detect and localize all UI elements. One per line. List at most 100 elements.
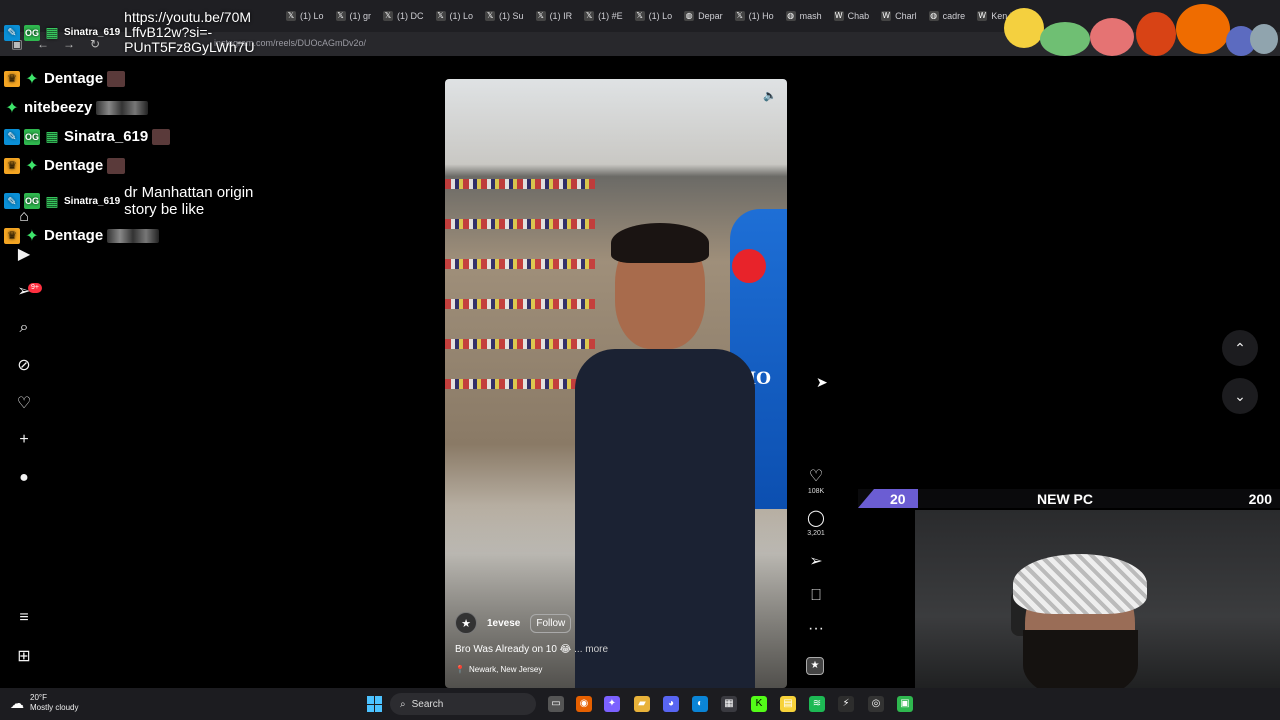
app-green-icon[interactable]: ▣ [897, 696, 913, 712]
browser-tab[interactable]: ◍ Depar [678, 4, 729, 28]
bookmark-icon[interactable]: ⎕ [802, 587, 830, 605]
browser-tab-label: (1) IR [549, 11, 573, 21]
search-icon: ⌕ [400, 698, 406, 710]
app-icon[interactable]: ⚡ [838, 696, 854, 712]
browser-tab[interactable]: 𝕏 (1) Lo [430, 4, 480, 28]
like-count: 108K [807, 488, 825, 495]
store-shelf [445, 339, 595, 349]
stream-sprite-overlay [1000, 0, 1280, 58]
create-plus-icon[interactable]: + [14, 430, 34, 450]
x-icon: 𝕏 [335, 11, 346, 21]
original-audio-icon[interactable]: ★ [806, 657, 824, 675]
firefox-icon[interactable]: ◉ [576, 696, 592, 712]
next-reel-button[interactable]: ⌄ [1222, 378, 1258, 414]
browser-tab-label: (1) Lo [648, 11, 673, 21]
comment-action[interactable]: ◯ 3,201 [802, 510, 830, 537]
browser-tab[interactable]: ◍ cadre [923, 4, 972, 28]
obs-icon[interactable]: ◎ [868, 696, 884, 712]
chat-row: ♛ ✦ Dentage [4, 157, 126, 175]
x-icon: 𝕏 [584, 11, 595, 21]
browser-tab[interactable]: W Charl [875, 4, 923, 28]
file-explorer-icon[interactable]: ▰ [634, 696, 650, 712]
browser-tab[interactable]: 𝕏 (1) Ho [729, 4, 780, 28]
chat-emote [107, 70, 126, 87]
globe-icon: ◍ [684, 11, 695, 21]
caption-more-link[interactable]: ... more [574, 644, 608, 655]
store-shelf [445, 219, 595, 229]
task-view-icon[interactable]: ▭ [548, 696, 564, 712]
reels-icon[interactable]: ▶ [14, 244, 34, 264]
save-action[interactable]: ⎕ [802, 587, 830, 605]
reel-video[interactable]: BMO 🔈 ★ 1evese Follow Bro Was Already on… [445, 79, 787, 688]
browser-tab[interactable]: 𝕏 (1) Su [479, 4, 530, 28]
taskbar-search[interactable]: ⌕ Search [390, 693, 536, 715]
more-options-action[interactable]: ··· [802, 620, 830, 638]
notification-count-badge: 9+ [28, 283, 42, 293]
home-icon[interactable]: ⌂ [14, 207, 34, 227]
weather-widget[interactable]: ☁ 20°F Mostly cloudy [10, 693, 78, 713]
store-shelf [445, 379, 595, 389]
share-action[interactable]: ➢ [802, 553, 830, 571]
taskbar-search-label: Search [411, 698, 444, 710]
goal-title: NEW PC [1037, 491, 1093, 507]
wiki-icon: W [977, 11, 988, 21]
mute-icon[interactable]: 🔈 [763, 89, 777, 102]
menu-icon[interactable]: ≡ [14, 608, 34, 628]
like-action[interactable]: ♡ 108K [802, 468, 830, 495]
follow-button[interactable]: Follow [530, 613, 572, 633]
browser-tab-label: (1) Ho [748, 11, 774, 21]
previous-reel-button[interactable]: ⌃ [1222, 330, 1258, 366]
reel-caption: Bro Was Already on 10 😂 ... more [455, 644, 775, 655]
chevron-down-icon: ⌄ [1234, 387, 1246, 404]
browser-tab[interactable]: ◍ mash [780, 4, 828, 28]
og-badge-icon: OG [24, 24, 40, 41]
browser-tab-label: Charl [895, 11, 917, 21]
reel-author-avatar[interactable]: ★ [455, 612, 477, 634]
search-icon[interactable]: ⌕ [14, 318, 34, 338]
cloud-weather-icon: ☁ [10, 694, 24, 711]
chat-emote [107, 228, 160, 243]
crown-badge-icon: ♛ [4, 157, 20, 174]
browser-tab-label: (1) Lo [300, 11, 324, 21]
chat-emote [152, 128, 171, 145]
globe-icon: ◍ [928, 11, 939, 21]
heart-icon[interactable]: ♡ [802, 468, 830, 486]
edge-icon[interactable]: ◐ [692, 696, 708, 712]
discord-icon[interactable]: ◕ [663, 696, 679, 712]
store-icon[interactable]: ▦ [721, 696, 737, 712]
gift-badge-icon: ▦ [45, 192, 59, 209]
explore-icon[interactable]: ⊘ [14, 355, 34, 375]
share-paper-plane-icon[interactable]: ➢ [802, 553, 830, 571]
comment-icon[interactable]: ◯ [802, 510, 830, 528]
browser-tab[interactable]: 𝕏 (1) gr [330, 4, 378, 28]
chat-username: Dentage [44, 227, 104, 244]
browser-tab[interactable]: 𝕏 (1) DC [377, 4, 430, 28]
windows-taskbar: ☁ 20°F Mostly cloudy ⌕ Search ▭ ◉ ✦ ▰ ◕ … [0, 688, 1280, 720]
more-dots-icon[interactable]: ··· [802, 620, 830, 638]
chat-username: Dentage [44, 70, 104, 87]
browser-tab[interactable]: W Chab [828, 4, 876, 28]
copilot-icon[interactable]: ✦ [604, 696, 620, 712]
x-icon: 𝕏 [383, 11, 394, 21]
kick-icon[interactable]: K [751, 696, 767, 712]
chat-message: dr Manhattan origin story be like [124, 184, 254, 218]
crown-badge-icon: ♛ [4, 227, 20, 244]
chat-message: https://youtu.be/70M LffvB12w?si=-PUnT5F… [124, 9, 255, 55]
x-icon: 𝕏 [634, 11, 645, 21]
spotify-icon[interactable]: ≋ [809, 696, 825, 712]
chat-row: ✦ nitebeezy [4, 99, 149, 117]
more-apps-icon[interactable]: ⊞ [14, 646, 34, 666]
weather-temperature: 20°F [30, 693, 47, 702]
reel-location[interactable]: 📍 Newark, New Jersey [455, 665, 775, 674]
windows-start-icon[interactable] [367, 696, 383, 712]
notifications-heart-icon[interactable]: ♡ [14, 393, 34, 413]
reel-author-username[interactable]: 1evese [487, 618, 520, 629]
browser-tab[interactable]: 𝕏 (1) IR [530, 4, 579, 28]
browser-tab[interactable]: 𝕏 (1) #E [578, 4, 629, 28]
sub-star-badge-icon: ✦ [25, 70, 39, 88]
browser-tab[interactable]: 𝕏 (1) Lo [629, 4, 679, 28]
profile-avatar-icon[interactable]: ● [14, 468, 34, 488]
sticky-notes-icon[interactable]: ▤ [780, 696, 796, 712]
browser-tab-label: (1) Su [499, 11, 524, 21]
moderator-badge-icon: ✎ [4, 128, 20, 145]
